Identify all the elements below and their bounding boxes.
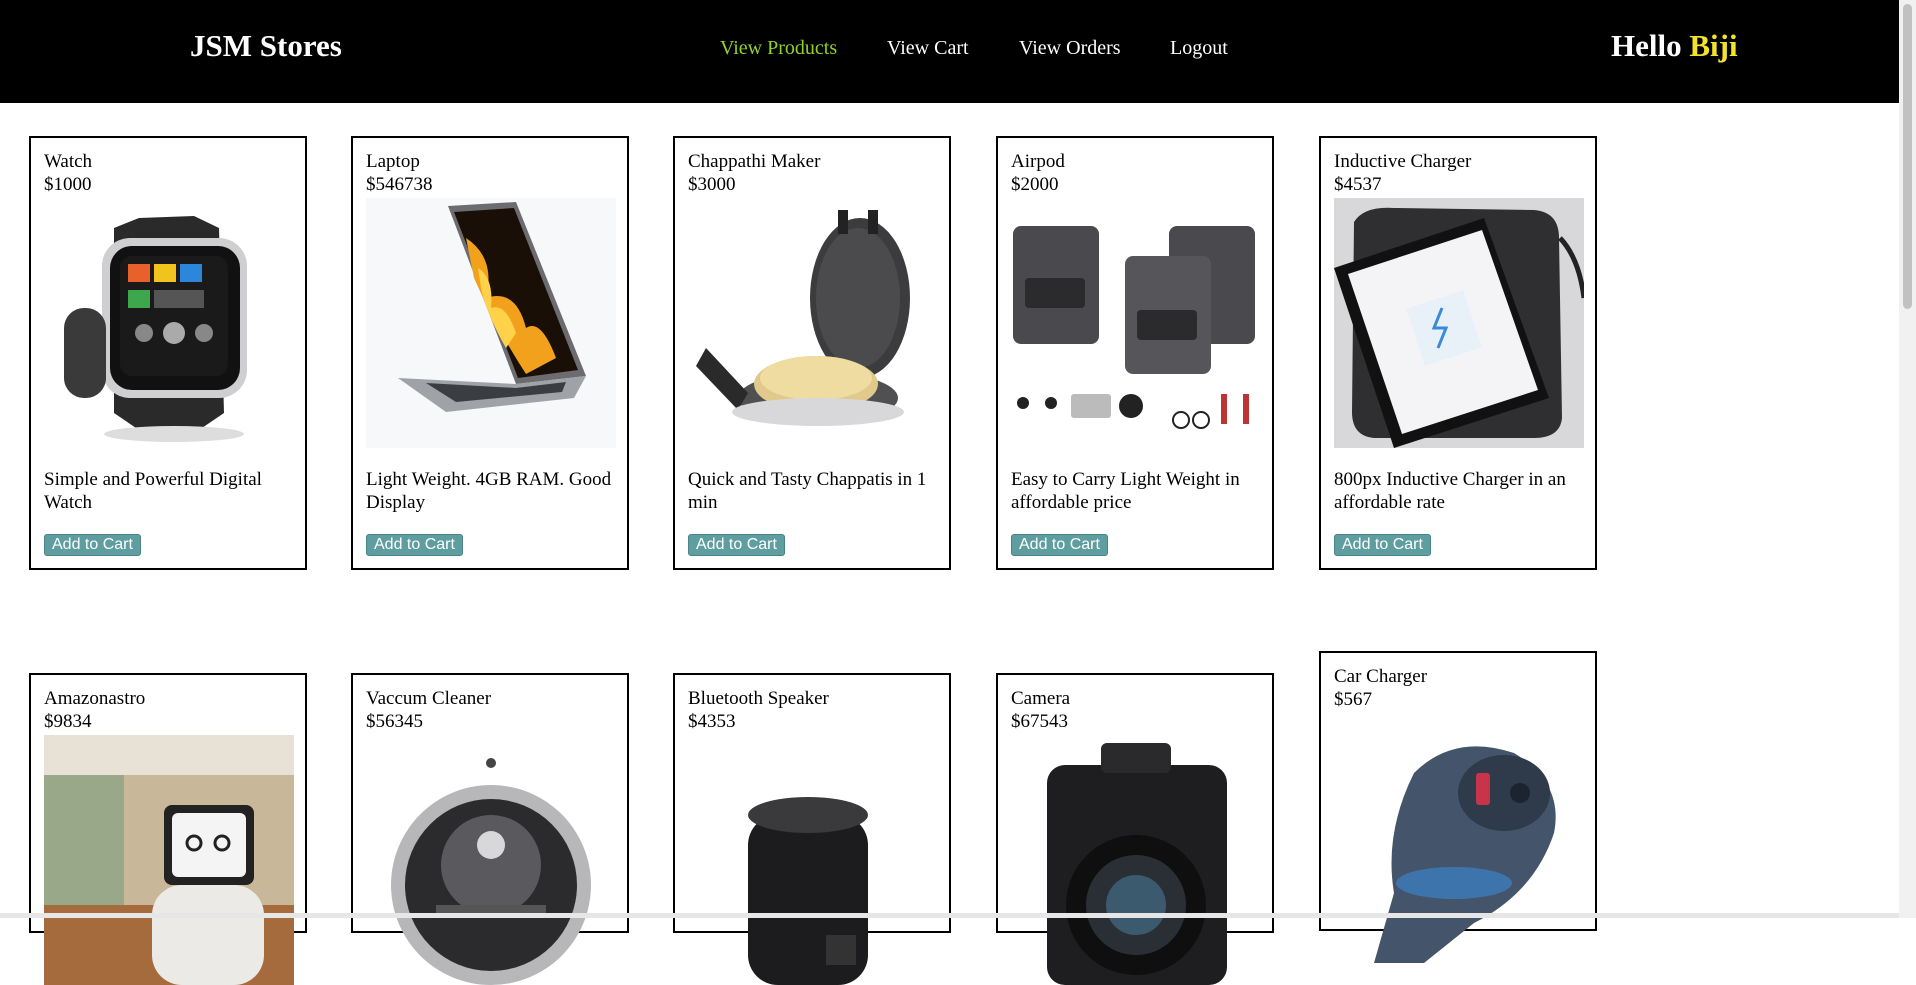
product-card-camera: Camera $67543 bbox=[996, 673, 1274, 985]
nav-logout[interactable]: Logout bbox=[1170, 37, 1228, 60]
nav-view-products[interactable]: View Products bbox=[720, 37, 837, 60]
product-description: Light Weight. 4GB RAM. Good Display bbox=[366, 469, 612, 513]
product-name: Amazonastro bbox=[44, 688, 146, 709]
brand-logo[interactable]: JSM Stores bbox=[190, 28, 342, 64]
product-name: Inductive Charger bbox=[1334, 151, 1472, 172]
product-price: $546738 bbox=[366, 174, 433, 195]
product-name: Chappathi Maker bbox=[688, 151, 821, 172]
product-card-laptop: Laptop $546738 Light Weight. 4GB RAM. Go… bbox=[351, 136, 629, 570]
product-price: $3000 bbox=[688, 174, 736, 195]
nav-view-orders[interactable]: View Orders bbox=[1019, 37, 1121, 60]
product-description: Quick and Tasty Chappatis in 1 min bbox=[688, 469, 927, 513]
product-description: Simple and Powerful Digital Watch bbox=[44, 469, 262, 513]
product-name: Watch bbox=[44, 151, 93, 172]
product-card-vaccum-cleaner: Vaccum Cleaner $56345 bbox=[351, 673, 629, 985]
wireless-charger-image bbox=[1334, 198, 1584, 448]
car-charger-image bbox=[1334, 713, 1584, 963]
add-to-cart-button[interactable]: Add to Cart bbox=[1011, 534, 1108, 556]
product-card-watch: Watch $1000 Simple and Powerful Digital … bbox=[29, 136, 307, 570]
username: Biji bbox=[1689, 28, 1738, 63]
nav-view-cart[interactable]: View Cart bbox=[887, 37, 969, 60]
product-price: $67543 bbox=[1011, 711, 1068, 732]
add-to-cart-button[interactable]: Add to Cart bbox=[1334, 534, 1431, 556]
home-robot-image bbox=[44, 735, 294, 985]
add-to-cart-button[interactable]: Add to Cart bbox=[366, 534, 463, 556]
add-to-cart-button[interactable]: Add to Cart bbox=[688, 534, 785, 556]
product-description: 800px Inductive Charger in an affordable… bbox=[1334, 469, 1566, 513]
product-name: Car Charger bbox=[1334, 666, 1428, 687]
laptop-image bbox=[366, 198, 616, 448]
robot-vacuum-image bbox=[366, 735, 616, 985]
product-card-car-charger: Car Charger $567 bbox=[1319, 651, 1597, 963]
smartwatch-image bbox=[44, 198, 294, 448]
product-card-amazonastro: Amazonastro $9834 bbox=[29, 673, 307, 985]
product-card-chappathi-maker: Chappathi Maker $3000 Quick and Tasty Ch… bbox=[673, 136, 951, 570]
top-navbar: JSM Stores View Products View Cart View … bbox=[0, 0, 1916, 103]
speaker-image bbox=[688, 735, 938, 985]
horizontal-scrollbar[interactable] bbox=[0, 913, 1899, 918]
product-price: $567 bbox=[1334, 689, 1372, 710]
product-card-bluetooth-speaker: Bluetooth Speaker $4353 bbox=[673, 673, 951, 985]
product-price: $9834 bbox=[44, 711, 92, 732]
product-name: Vaccum Cleaner bbox=[366, 688, 492, 709]
product-price: $56345 bbox=[366, 711, 423, 732]
product-name: Laptop bbox=[366, 151, 420, 172]
product-name: Camera bbox=[1011, 688, 1071, 709]
product-price: $2000 bbox=[1011, 174, 1059, 195]
roti-maker-image bbox=[688, 198, 938, 448]
product-name: Airpod bbox=[1011, 151, 1065, 172]
product-price: $4537 bbox=[1334, 174, 1382, 195]
wireless-mic-image bbox=[1011, 198, 1261, 448]
dslr-camera-image bbox=[1011, 735, 1261, 985]
scrollbar-thumb[interactable] bbox=[1903, 4, 1912, 309]
product-card-inductive-charger: Inductive Charger $4537 800px Inductive … bbox=[1319, 136, 1597, 570]
product-name: Bluetooth Speaker bbox=[688, 688, 829, 709]
product-description: Easy to Carry Light Weight in affordable… bbox=[1011, 469, 1240, 513]
product-price: $1000 bbox=[44, 174, 92, 195]
product-price: $4353 bbox=[688, 711, 736, 732]
vertical-scrollbar[interactable] bbox=[1899, 0, 1916, 918]
product-card-airpod: Airpod $2000 Easy to Carry Light Weight … bbox=[996, 136, 1274, 570]
greeting-text: Hello bbox=[1611, 28, 1682, 63]
user-greeting: Hello Biji bbox=[1611, 28, 1738, 64]
add-to-cart-button[interactable]: Add to Cart bbox=[44, 534, 141, 556]
